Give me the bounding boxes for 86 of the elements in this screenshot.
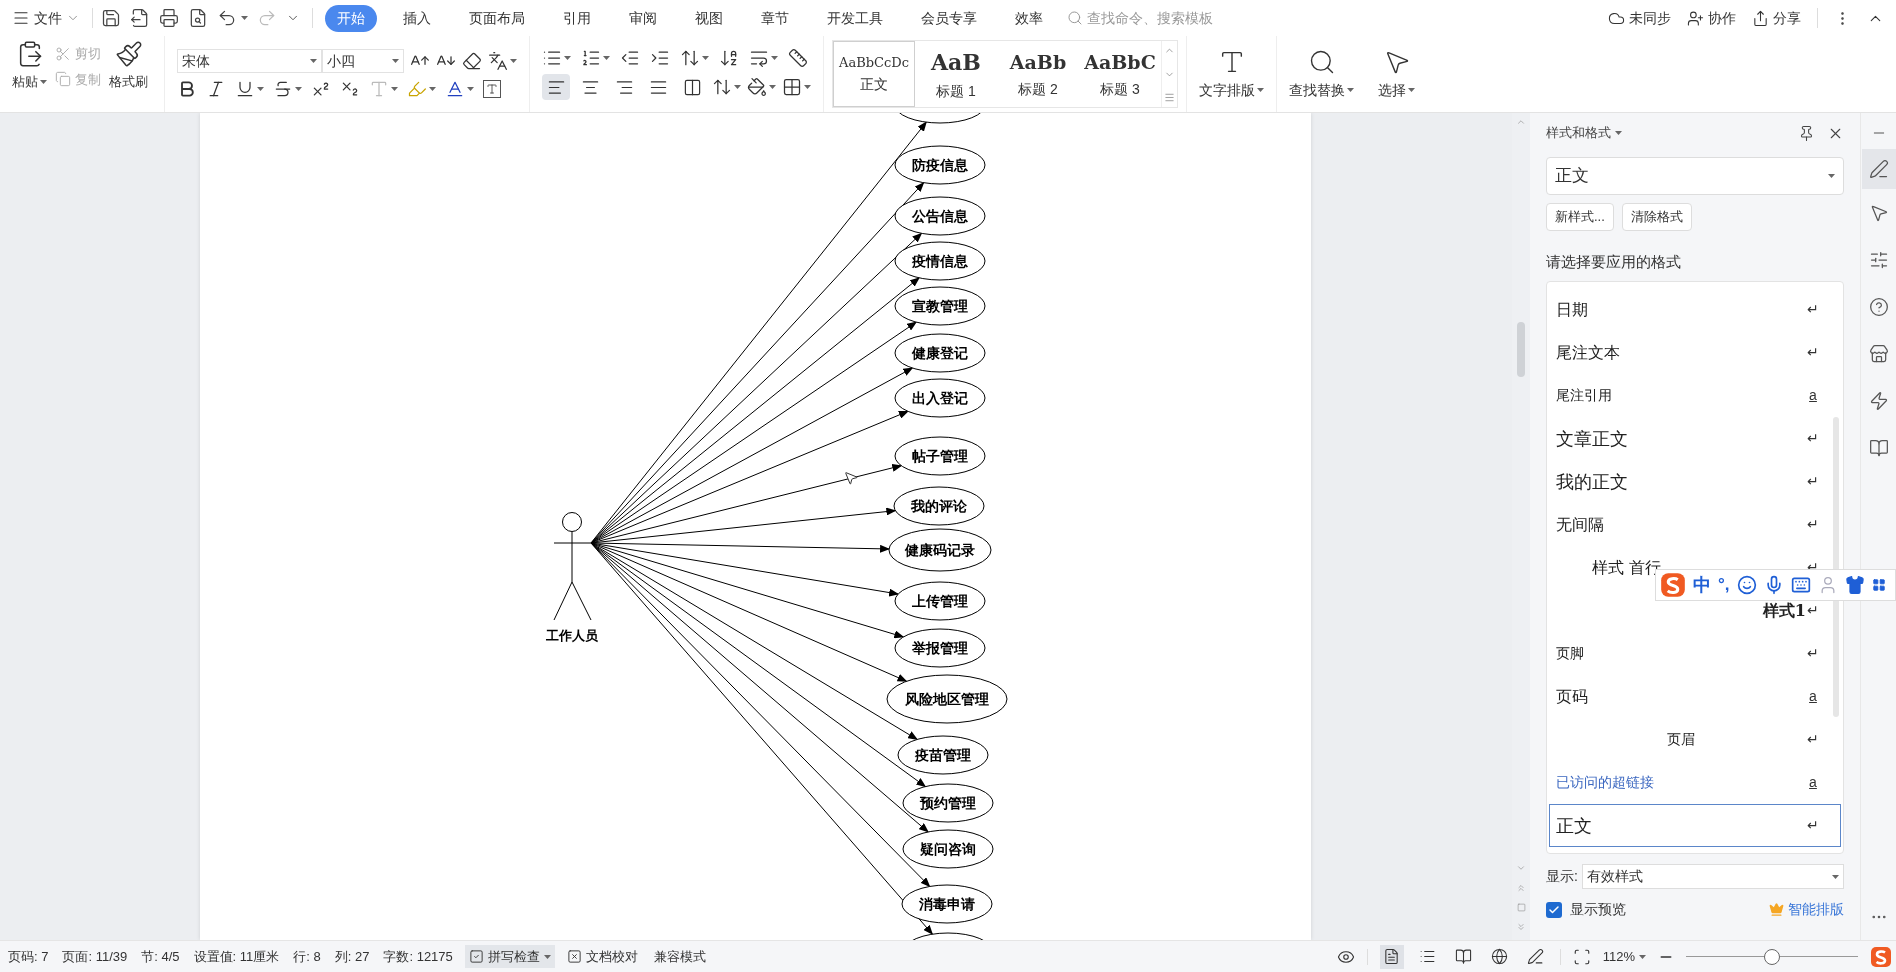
ribbon-tab[interactable]: 章节 [749, 4, 801, 32]
style-list-item[interactable]: 正文 ↵ [1549, 804, 1841, 847]
status-text: 设置值: 11厘米 [193, 947, 280, 966]
status-text: 节: 4/5 [141, 947, 180, 966]
ribbon-tab[interactable]: 会员专享 [909, 4, 989, 32]
status-tool[interactable]: 文档校对 [562, 944, 642, 969]
style-preset[interactable]: AaBbCcDc 正文 [833, 41, 915, 107]
use-case: 防疫信息 [894, 145, 986, 185]
status-text: 行: 8 [293, 947, 321, 966]
style-name: 文章正文 [1556, 427, 1629, 451]
style-list-item[interactable]: 日期 ↵ [1549, 288, 1841, 331]
checkbox-label: 显示预览 [1570, 900, 1626, 919]
ribbon-tab[interactable]: 插入 [391, 4, 443, 32]
use-case: 宣教管理 [894, 286, 986, 326]
style-list-item[interactable]: 页脚 ↵ [1549, 632, 1841, 675]
font-size-field[interactable]: 小四 [322, 49, 404, 73]
paste-button[interactable]: 粘贴 [8, 40, 51, 92]
use-case: 健康码记录 [888, 528, 992, 572]
smart-layout-link[interactable]: 智能排版 [1769, 899, 1844, 920]
ribbon-tab[interactable]: 开发工具 [815, 4, 895, 32]
format-painter-button[interactable]: 格式刷 [105, 40, 152, 92]
status-tool[interactable]: 拼写检查 [464, 944, 555, 969]
ribbon-tab[interactable]: 视图 [683, 4, 735, 32]
ribbon-tool[interactable]: 查找替换 [1277, 36, 1366, 112]
use-case: 我的评论 [893, 486, 985, 526]
current-style-dropdown[interactable]: 正文 [1546, 157, 1844, 195]
use-case: 公告信息 [894, 196, 986, 236]
show-dropdown[interactable]: 有效样式 [1581, 864, 1844, 889]
use-case: 预约管理 [902, 783, 994, 823]
style-preset[interactable]: AaBb 标题 2 [997, 41, 1079, 107]
style-preset[interactable]: AaB 标题 1 [915, 41, 997, 107]
style-list-item[interactable]: 页码 a [1549, 675, 1841, 718]
ribbon-tool[interactable]: 选择 [1366, 36, 1427, 112]
style-list-item[interactable]: 无间隔 ↵ [1549, 503, 1841, 546]
ribbon-tab[interactable]: 效率 [1003, 4, 1055, 32]
ribbon-tab[interactable]: 页面布局 [457, 4, 537, 32]
style-list-item[interactable]: 我的正文 ↵ [1549, 460, 1841, 503]
use-case: 举报管理 [894, 628, 986, 668]
use-case: 上传管理 [894, 581, 986, 621]
ribbon-tool[interactable]: 文字排版 [1187, 36, 1277, 112]
use-case: 风险地区管理 [886, 674, 1008, 724]
style-name: 页码 [1556, 685, 1589, 708]
status-text: 页面: 11/39 [62, 947, 128, 966]
header-action[interactable]: 协作 [1687, 7, 1736, 29]
panel-button[interactable]: 新样式... [1546, 203, 1614, 231]
use-case: 疫苗管理 [897, 735, 989, 775]
style-name: 已访问的超链接 [1556, 773, 1655, 792]
style-name: 正文 [1556, 814, 1593, 838]
style-list-item[interactable]: 已访问的超链接 a [1549, 761, 1841, 804]
zoom-level[interactable]: 112% [1602, 946, 1646, 967]
status-text: 字数: 12175 [383, 947, 453, 966]
header-action[interactable]: 未同步 [1608, 7, 1671, 29]
ribbon-tab[interactable]: 引用 [551, 4, 603, 32]
font-name-field[interactable]: 宋体 [177, 49, 322, 73]
show-label: 显示: [1546, 867, 1578, 886]
ribbon-tab[interactable]: 审阅 [617, 4, 669, 32]
use-case: 出入登记 [894, 378, 986, 418]
style-name: 无间隔 [1556, 513, 1605, 536]
ime-mode[interactable]: 中 [1693, 571, 1711, 599]
ime-punctuation[interactable]: °, [1718, 572, 1730, 598]
style-name: 我的正文 [1556, 470, 1629, 494]
status-text: 页码: 7 [8, 947, 49, 966]
use-case: 消毒申请 [901, 884, 993, 924]
style-name: 页眉 [1666, 730, 1696, 749]
status-text: 列: 27 [334, 947, 370, 966]
style-list-item[interactable]: 页眉 ↵ [1549, 718, 1841, 761]
style-list-item[interactable]: 尾注文本 ↵ [1549, 331, 1841, 374]
file-menu[interactable]: 文件 [8, 7, 84, 29]
use-case: 健康登记 [894, 333, 986, 373]
style-name: 日期 [1556, 298, 1589, 321]
panel-button[interactable]: 清除格式 [1621, 203, 1692, 231]
use-case: 疫情信息 [894, 241, 986, 281]
panel-title[interactable]: 样式和格式 [1546, 123, 1622, 143]
style-list-item[interactable]: 尾注引用 a [1549, 374, 1841, 417]
status-tool[interactable]: 兼容模式 [649, 944, 710, 969]
style-name: 尾注文本 [1556, 341, 1621, 364]
style-list-item[interactable]: 文章正文 ↵ [1549, 417, 1841, 460]
style-name: 页脚 [1556, 644, 1585, 663]
use-case: 疑问咨询 [902, 829, 994, 869]
use-case: 帖子管理 [894, 436, 986, 476]
header-action[interactable]: 分享 [1752, 7, 1801, 29]
style-name: 样式1 [1761, 599, 1806, 622]
style-preset[interactable]: AaBbC 标题 3 [1079, 41, 1161, 107]
style-name: 尾注引用 [1556, 386, 1613, 405]
style-prompt: 请选择要应用的格式 [1546, 251, 1682, 272]
actor-label: 工作人员 [546, 628, 598, 643]
